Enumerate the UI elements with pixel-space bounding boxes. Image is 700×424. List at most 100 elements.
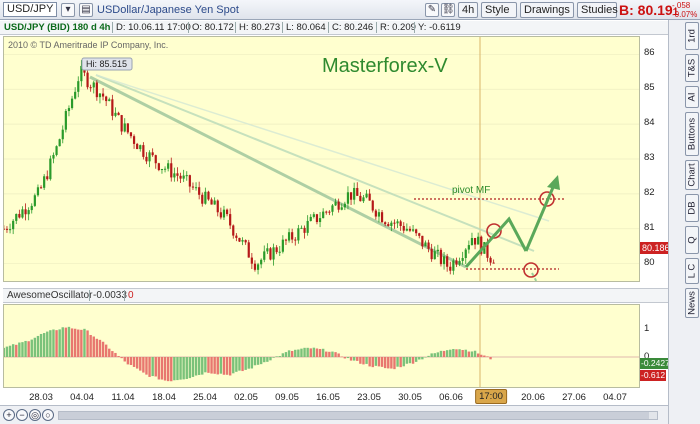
- timeframe-button[interactable]: 4h: [458, 2, 478, 18]
- oscillator-bar: [129, 357, 133, 365]
- tab-db[interactable]: DB: [685, 194, 699, 222]
- divider: [89, 290, 90, 301]
- tab-lc[interactable]: L C: [685, 258, 699, 284]
- oscillator-bar: [278, 356, 281, 357]
- time-tick-label: 27.06: [562, 392, 586, 403]
- candle-body: [33, 195, 36, 206]
- oscillator-bar: [489, 357, 492, 360]
- time-axis[interactable]: 28.03 04.04 11.04 18.04 25.04 02.05 09.05 16.05…: [3, 388, 668, 404]
- oscillator-bar: [287, 350, 291, 357]
- candle-body: [18, 213, 21, 218]
- copyright-text: 2010 © TD Ameritrade IP Company, Inc.: [8, 40, 168, 50]
- tab-q[interactable]: Q: [685, 226, 699, 254]
- oscillator-bar: [352, 357, 356, 361]
- zoom-in-icon[interactable]: +: [3, 409, 15, 421]
- oscillator-bars: [2, 326, 492, 382]
- oscillator-bar: [383, 357, 387, 369]
- oscillator-bar: [356, 357, 359, 361]
- divider: [414, 22, 415, 33]
- style-button[interactable]: Style: [481, 2, 517, 18]
- candle-body: [393, 222, 396, 224]
- oscillator-bar: [58, 329, 61, 357]
- candle-body: [36, 187, 40, 196]
- oscillator-bar: [213, 357, 216, 374]
- tab-1rd[interactable]: 1rd: [685, 22, 699, 50]
- candle-body: [204, 191, 207, 204]
- bottom-navigation-bar: + − ◎ ○: [0, 405, 668, 424]
- price-chart-panel[interactable]: 2010 © TD Ameritrade IP Company, Inc. Ma…: [2, 36, 640, 312]
- scroll-thumb[interactable]: [59, 412, 649, 419]
- candle-body: [461, 258, 464, 261]
- oscillator-bar: [95, 338, 99, 357]
- candle-body: [2, 228, 5, 230]
- oscillator-panel[interactable]: [2, 304, 640, 388]
- oscillator-bar: [402, 357, 405, 367]
- candle-body: [46, 176, 49, 180]
- studies-button[interactable]: Studies: [577, 2, 618, 18]
- candle-body: [49, 158, 52, 180]
- tab-buttons[interactable]: Buttons: [685, 112, 699, 156]
- oscillator-bar: [27, 341, 30, 357]
- oscillator-bar: [2, 347, 6, 357]
- candle-body: [349, 192, 353, 200]
- drawing-tool-icon[interactable]: ✎: [425, 3, 439, 17]
- oscillator-bar: [89, 334, 92, 357]
- tab-chart[interactable]: Chart: [685, 160, 699, 190]
- candle-body: [377, 212, 381, 217]
- candle-body: [318, 218, 322, 223]
- horizontal-scrollbar[interactable]: [58, 411, 658, 420]
- zoom-out-icon[interactable]: −: [16, 409, 28, 421]
- dropdown-arrow-icon[interactable]: ▾: [61, 3, 75, 17]
- candle-body: [260, 259, 263, 265]
- candle-body: [151, 152, 154, 156]
- time-tick-label: 11.04: [111, 392, 135, 403]
- tab-ai[interactable]: AI: [685, 86, 699, 108]
- candle-body: [278, 251, 281, 253]
- oscillator-bar: [11, 344, 15, 357]
- price-axis[interactable]: 86 85 84 83 82 81 80 80.186: [640, 36, 672, 282]
- tab-news[interactable]: News: [685, 288, 699, 318]
- oscillator-bar: [483, 355, 486, 357]
- oscillator-bar: [436, 352, 440, 357]
- oscillator-bar: [64, 327, 68, 357]
- candle-body: [179, 175, 182, 179]
- bar-close: C: 80.246: [332, 22, 374, 33]
- link-icon[interactable]: ⛓: [441, 3, 455, 17]
- time-tick-label: 02.05: [234, 392, 258, 403]
- oscillator-bar: [188, 357, 192, 379]
- oscillator-bar: [269, 357, 272, 361]
- zoom-reset-icon[interactable]: ○: [42, 409, 54, 421]
- symbol-input[interactable]: USD/JPY: [3, 2, 57, 17]
- oscillator-bar: [290, 350, 294, 357]
- oscillator-bar: [117, 356, 120, 357]
- oscillator-bar: [399, 357, 402, 368]
- candle-body: [157, 163, 160, 171]
- oscillator-bar: [321, 348, 325, 357]
- candle-body: [43, 176, 46, 188]
- candle-body: [126, 123, 129, 133]
- divider: [112, 22, 113, 33]
- oscillator-bar: [108, 348, 111, 357]
- price-tick-label: 83: [644, 152, 655, 163]
- side-tab-strip: 1rd T&S AI Buttons Chart DB Q L C News: [668, 20, 700, 424]
- tab-ts[interactable]: T&S: [685, 54, 699, 82]
- oscillator-bar: [318, 348, 322, 357]
- oscillator-bar: [427, 355, 430, 357]
- price-chart-svg: 2010 © TD Ameritrade IP Company, Inc. Ma…: [2, 37, 639, 312]
- oscillator-bar: [73, 328, 77, 357]
- oscillator-bar: [173, 357, 176, 381]
- oscillator-bar: [449, 349, 452, 357]
- oscillator-bar: [272, 357, 275, 358]
- candle-body: [148, 152, 151, 162]
- candle-body: [12, 220, 15, 230]
- candle-body: [5, 228, 9, 230]
- oscillator-bar: [464, 349, 467, 357]
- studies-label: Studies: [581, 4, 618, 16]
- zoom-fit-icon[interactable]: ◎: [29, 409, 41, 421]
- drawings-button[interactable]: Drawings: [520, 2, 574, 18]
- candle-body: [415, 229, 418, 234]
- candle-body: [464, 249, 467, 259]
- candle-body: [492, 262, 495, 264]
- oscillator-bar: [132, 357, 136, 367]
- symbol-lookup-icon[interactable]: ▤: [79, 3, 93, 17]
